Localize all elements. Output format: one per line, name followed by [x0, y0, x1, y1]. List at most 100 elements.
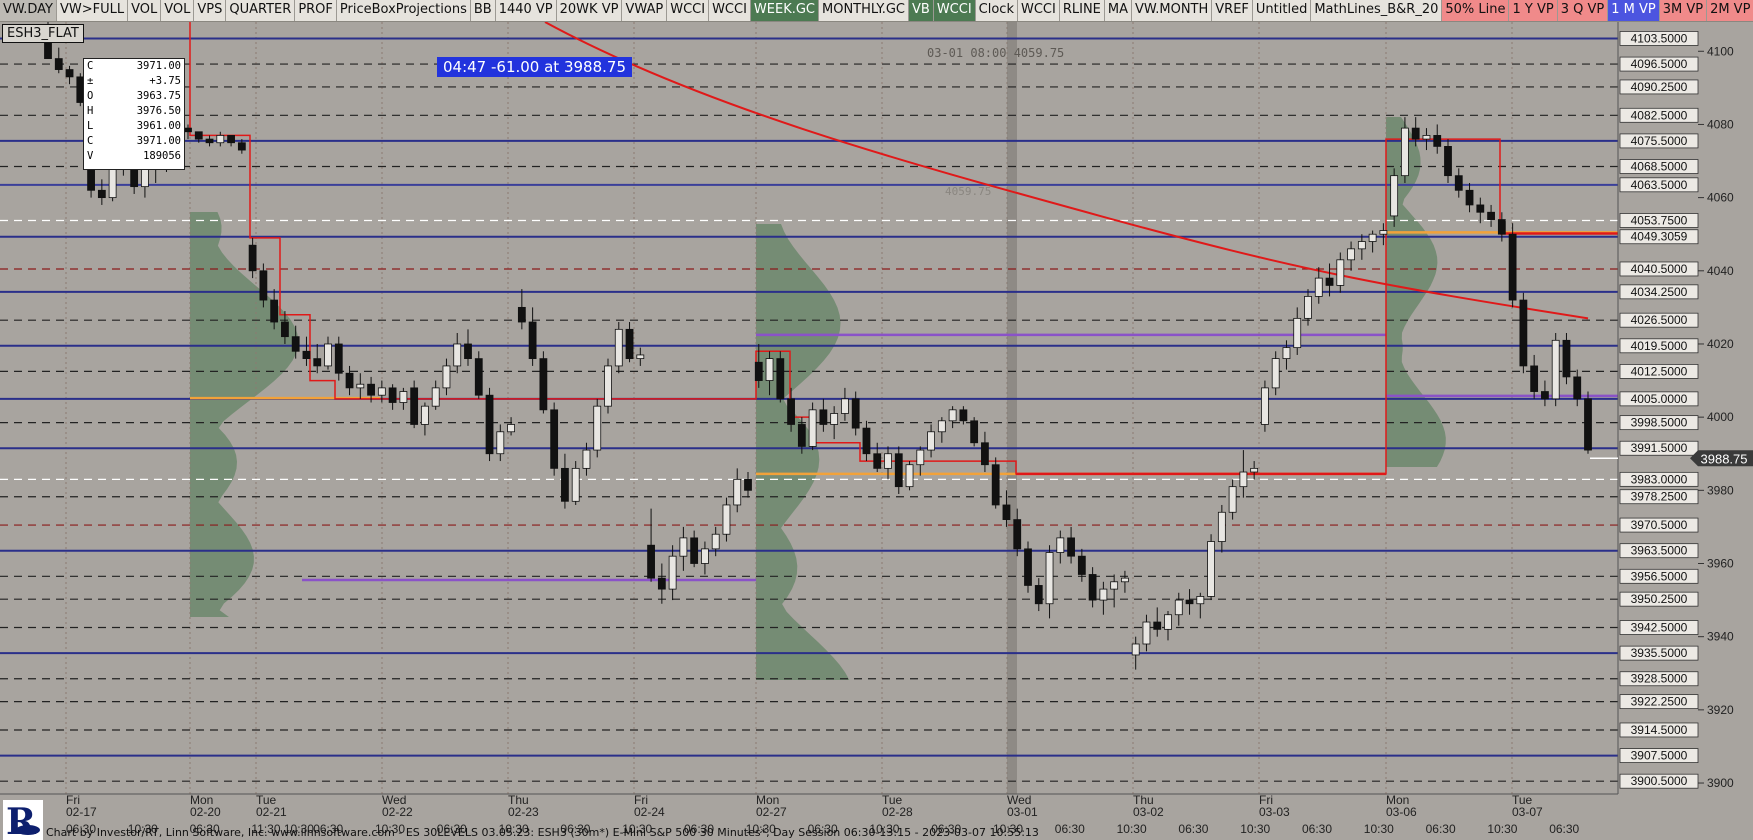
toolbar-button-wcci[interactable]: WCCI: [1017, 0, 1060, 21]
toolbar-button-prof[interactable]: PROF: [295, 0, 337, 21]
candle-body: [1497, 219, 1506, 235]
candle-body: [248, 244, 257, 272]
candle-body: [1379, 230, 1388, 235]
toolbar-button-priceboxprojections[interactable]: PriceBoxProjections: [336, 0, 471, 21]
toolbar-button-vw-day[interactable]: VW.DAY: [0, 0, 57, 21]
cursor-info-label: 04:47 -61.00 at 3988.75: [437, 57, 632, 77]
toolbar-button-vps[interactable]: VPS: [194, 0, 227, 21]
toolbar-button-vw-month[interactable]: VW.MONTH: [1132, 0, 1213, 21]
candle-body: [1174, 599, 1183, 616]
candle-body: [1164, 614, 1172, 630]
investor-rt-logo: R: [3, 800, 43, 840]
toolbar-button-wcci[interactable]: WCCI: [709, 0, 751, 21]
current-price-label: 3988.75: [1701, 451, 1748, 466]
faded-price-label: 4059.75: [945, 185, 992, 198]
candle-body: [1196, 596, 1205, 605]
candle-body: [453, 343, 462, 367]
candle-body: [1519, 299, 1528, 367]
candle-body: [1368, 233, 1377, 242]
level-price-label: 3963.5000: [1631, 544, 1688, 558]
toolbar-button-untitled[interactable]: Untitled: [1252, 0, 1312, 21]
time-label: 10:30: [1117, 822, 1147, 836]
toolbar-button-wcci[interactable]: WCCI: [667, 0, 710, 21]
level-price-label: 4005.0000: [1631, 392, 1688, 406]
toolbar-button-1-m-vp[interactable]: 1 M VP: [1608, 0, 1660, 21]
candle-body: [1562, 339, 1571, 378]
toolbar-button-ma[interactable]: MA: [1104, 0, 1132, 21]
toolbar-button-3m-vp[interactable]: 3M VP: [1659, 0, 1708, 21]
toolbar-button-mathlines-b-r-20[interactable]: MathLines_B&R_20: [1311, 0, 1443, 21]
toolbar-button-vol[interactable]: VOL: [128, 0, 162, 21]
candle-body: [65, 69, 74, 78]
candle-body: [1433, 135, 1442, 147]
toolbar-button-wcci[interactable]: WCCI: [933, 0, 976, 21]
level-price-label: 4026.5000: [1631, 313, 1688, 327]
y-axis-tick-label: 4040: [1707, 264, 1734, 278]
ohlc-key: C: [87, 60, 94, 72]
symbol-label[interactable]: ESH3_FLAT: [2, 24, 84, 43]
level-price-label: 4090.2500: [1631, 80, 1688, 94]
ohlc-value: +3.75: [149, 75, 181, 87]
price-chart[interactable]: 4103.5000 4096.5000 4090.2500 4082.5000 4075…: [0, 22, 1753, 840]
toolbar-button-vb[interactable]: VB: [909, 0, 934, 21]
toolbar-button-clock[interactable]: Clock: [975, 0, 1018, 21]
toolbar-button-vref[interactable]: VREF: [1212, 0, 1253, 21]
candle-body: [1056, 537, 1065, 553]
candle-body: [281, 321, 289, 338]
level-price-label: 4049.3059: [1631, 230, 1688, 244]
toolbar-button-vwap[interactable]: VWAP: [622, 0, 668, 21]
candle-body: [1401, 127, 1409, 177]
toolbar-button-1440-vp[interactable]: 1440 VP: [495, 0, 557, 21]
y-axis-tick-label: 4080: [1707, 117, 1734, 131]
time-label: 06:30: [1302, 822, 1332, 836]
y-axis-tick-label: 3980: [1707, 483, 1734, 497]
toolbar-button-vol[interactable]: VOL: [161, 0, 195, 21]
toolbar-button-3-q-vp[interactable]: 3 Q VP: [1557, 0, 1609, 21]
level-price-label: 3983.0000: [1631, 472, 1688, 486]
toolbar-button-bb[interactable]: BB: [470, 0, 496, 21]
level-price-label: 3942.5000: [1631, 621, 1688, 635]
toolbar-button-quarter[interactable]: QUARTER: [226, 0, 296, 21]
candle-body: [1444, 145, 1452, 177]
toolbar-button-20wk-vp[interactable]: 20WK VP: [556, 0, 623, 21]
candle-body: [711, 533, 720, 550]
candle-body: [1454, 175, 1463, 191]
date-label: 02-23: [508, 805, 539, 819]
ohlc-row: O 3963.75: [84, 89, 184, 104]
ohlc-key: L: [87, 120, 94, 132]
toolbar-button-rline[interactable]: RLINE: [1059, 0, 1105, 21]
level-price-label: 4019.5000: [1631, 339, 1688, 353]
candle-body: [141, 167, 149, 188]
candle-body: [787, 398, 795, 425]
y-axis-tick-label: 3920: [1707, 703, 1734, 717]
date-label: 02-21: [256, 805, 287, 819]
toolbar-button-week-gc[interactable]: WEEK.GC: [750, 0, 819, 21]
date-label: 02-28: [882, 805, 913, 819]
toolbar-button-monthly-gc[interactable]: MONTHLY.GC: [819, 0, 909, 21]
toolbar-button-2m-vp[interactable]: 2M VP: [1707, 0, 1753, 21]
candle-body: [948, 409, 957, 422]
level-price-label: 3907.5000: [1631, 749, 1688, 763]
level-price-label: 3900.5000: [1631, 774, 1688, 788]
ohlc-row: C 3971.00: [84, 59, 184, 74]
ohlc-value: 3976.50: [136, 105, 181, 117]
candle-body: [1228, 486, 1237, 513]
candle-body: [388, 387, 397, 403]
candle-body: [302, 350, 311, 360]
ohlc-value: 3971.00: [136, 135, 181, 147]
toolbar-button-1-y-vp[interactable]: 1 Y VP: [1509, 0, 1558, 21]
candle-body: [776, 358, 785, 400]
candle-body: [216, 135, 225, 144]
level-price-label: 3956.5000: [1631, 569, 1688, 583]
toolbar-button-vw-full[interactable]: VW>FULL: [57, 0, 129, 21]
level-price-label: 4063.5000: [1631, 178, 1688, 192]
toolbar-button-50-line[interactable]: 50% Line: [1442, 0, 1510, 21]
level-price-label: 3978.2500: [1631, 490, 1688, 504]
candle-body: [367, 383, 375, 396]
date-label: 03-03: [1259, 805, 1290, 819]
candle-body: [841, 398, 849, 414]
candle-body: [819, 409, 828, 425]
level-price-label: 3998.5000: [1631, 416, 1688, 430]
y-axis-tick-label: 3960: [1707, 556, 1734, 570]
candle-body: [561, 467, 569, 502]
